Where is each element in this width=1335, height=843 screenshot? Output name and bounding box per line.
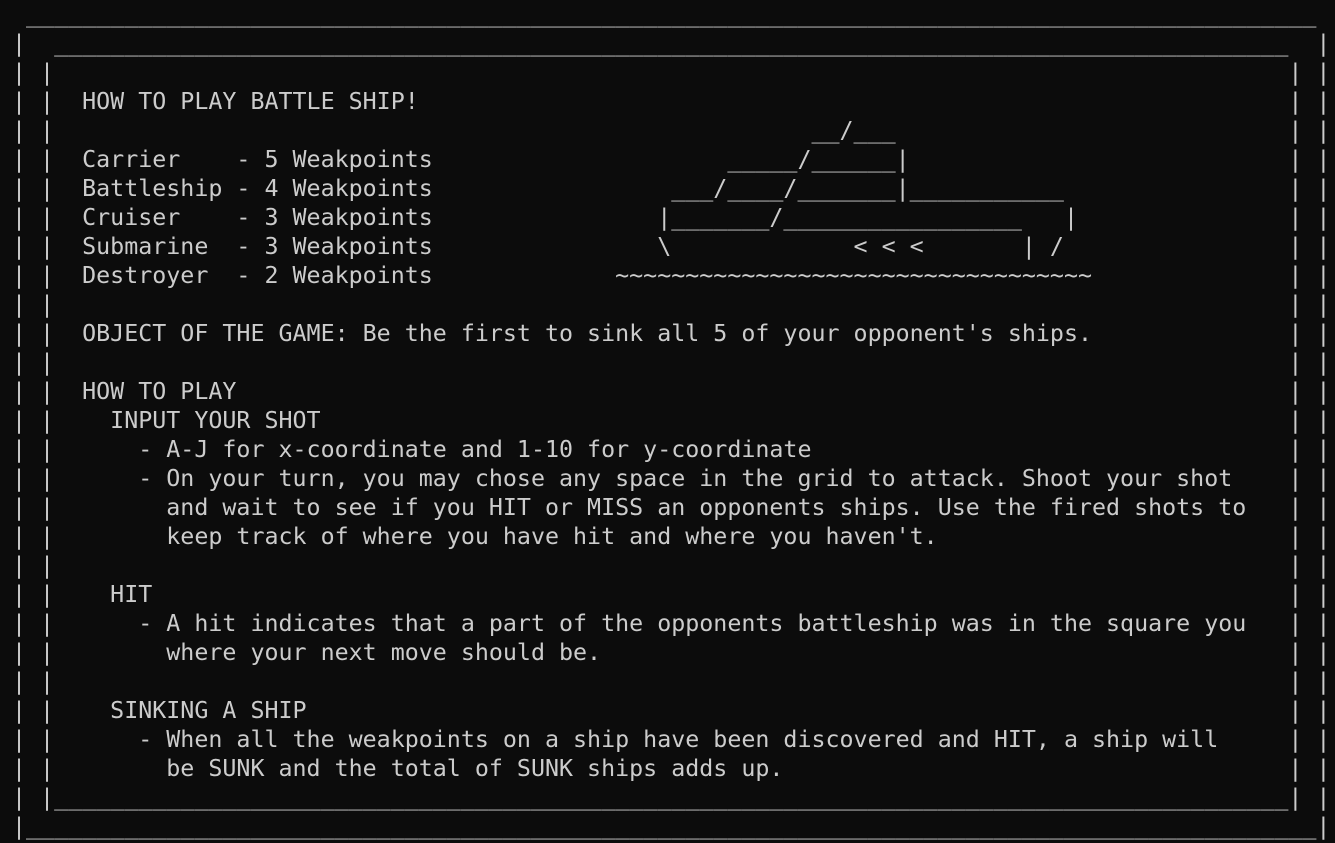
input-shot-rule-2: | | - On your turn, you may chose any sp…	[12, 465, 1331, 492]
page-title: | | HOW TO PLAY BATTLE SHIP! | |	[12, 88, 1331, 115]
input-shot-rule-2-cont: | | and wait to see if you HIT or MISS a…	[12, 494, 1331, 521]
ship-list-carrier: | | Carrier - 5 Weakpoints _____/______|…	[12, 146, 1331, 173]
input-shot-heading: | | INPUT YOUR SHOT | |	[12, 407, 1331, 434]
terminal-output: ________________________________________…	[12, 0, 1330, 841]
hit-rule: | | - A hit indicates that a part of the…	[12, 610, 1331, 637]
hit-rule-cont: | | where your next move should be. | |	[12, 639, 1331, 666]
how-to-play-heading: | | HOW TO PLAY | |	[12, 378, 1331, 405]
blank-line: | | | |	[12, 291, 1331, 318]
blank-line: | | | |	[12, 349, 1331, 376]
ship-list-destroyer: | | Destroyer - 2 Weakpoints ~~~~~~~~~~~…	[12, 262, 1331, 289]
ship-list-submarine: | | Submarine - 3 Weakpoints \ < < < | /…	[12, 233, 1331, 260]
input-shot-rule-2-cont: | | keep track of where you have hit and…	[12, 523, 1331, 550]
border-bottom: |_______________________________________…	[12, 813, 1331, 840]
sinking-heading: | | SINKING A SHIP | |	[12, 697, 1331, 724]
ship-list-battleship: | | Battleship - 4 Weakpoints ___/____/_…	[12, 175, 1331, 202]
sinking-rule: | | - When all the weakpoints on a ship …	[12, 726, 1331, 753]
border-top: ________________________________________…	[12, 1, 1317, 28]
sinking-rule-cont: | | be SUNK and the total of SUNK ships …	[12, 755, 1331, 782]
inner-border-bottom: | |_____________________________________…	[12, 784, 1331, 811]
blank-line: | | | |	[12, 552, 1331, 579]
input-shot-rule-1: | | - A-J for x-coordinate and 1-10 for …	[12, 436, 1331, 463]
inner-border-top: | ______________________________________…	[12, 30, 1331, 57]
ship-art-line: | | __/___ | |	[12, 117, 1331, 144]
object-of-game: | | OBJECT OF THE GAME: Be the first to …	[12, 320, 1331, 347]
blank-line: | | | |	[12, 59, 1331, 86]
hit-heading: | | HIT | |	[12, 581, 1331, 608]
ship-list-cruiser: | | Cruiser - 3 Weakpoints |_______/____…	[12, 204, 1331, 231]
blank-line: | | | |	[12, 668, 1331, 695]
